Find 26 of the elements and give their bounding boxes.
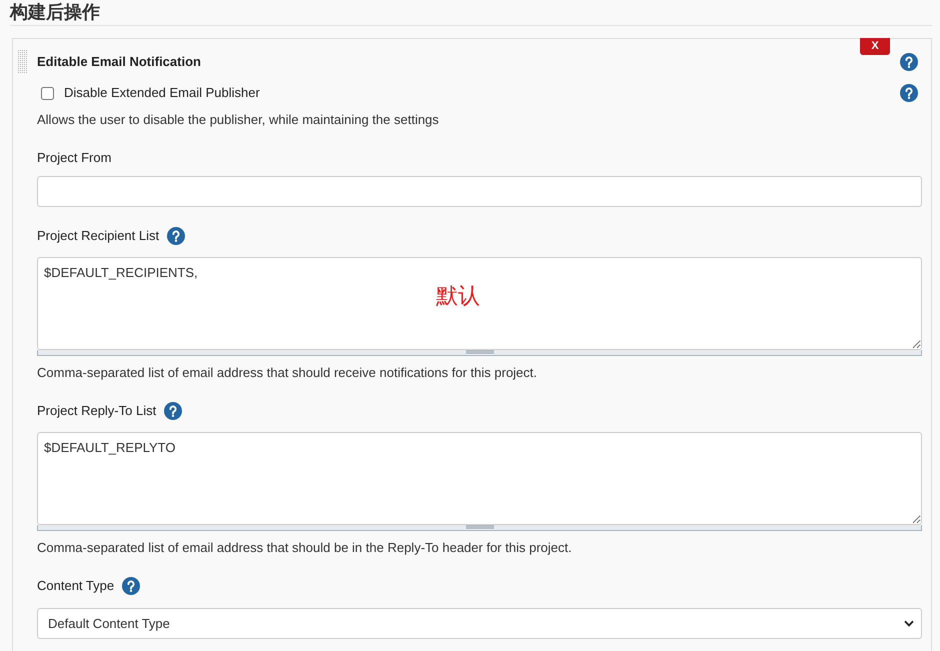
help-icon[interactable]	[900, 53, 918, 71]
field-label: Project From	[37, 149, 112, 168]
chevron-down-icon	[904, 620, 914, 627]
field-label: Project Reply-To List	[37, 402, 156, 420]
field-label: Content Type	[37, 577, 114, 596]
grip-icon	[466, 350, 494, 354]
help-icon[interactable]	[122, 577, 140, 595]
resize-handle[interactable]	[37, 525, 922, 531]
dropdown[interactable]: Default Content Type	[37, 608, 922, 639]
delete-button[interactable]: X	[860, 38, 890, 55]
resize-handle[interactable]	[37, 350, 922, 356]
checkbox-label: Disable Extended Email Publisher	[64, 84, 260, 102]
help-text: Comma-separated list of email address that should be in the Reply-To header for this project.	[37, 539, 573, 557]
field-label: Project Recipient List	[37, 227, 160, 246]
help-icon[interactable]	[900, 84, 918, 102]
checkbox[interactable]	[41, 86, 54, 100]
card-title: Editable Email Notification	[37, 53, 201, 72]
text-area[interactable]: $DEFAULT_REPLYTO	[37, 432, 922, 525]
help-icon[interactable]	[167, 227, 186, 245]
help-text: Comma-separated list of email address that should receive notifications for this project.	[37, 364, 538, 382]
text-input[interactable]	[37, 176, 922, 207]
help-text: Allows the user to disable the publisher, while maintaining the settings	[37, 111, 440, 129]
grip-icon	[466, 525, 494, 529]
section-heading: 构建后操作	[10, 1, 100, 24]
help-icon[interactable]	[164, 402, 182, 420]
annotation-text: 默认	[436, 283, 480, 309]
